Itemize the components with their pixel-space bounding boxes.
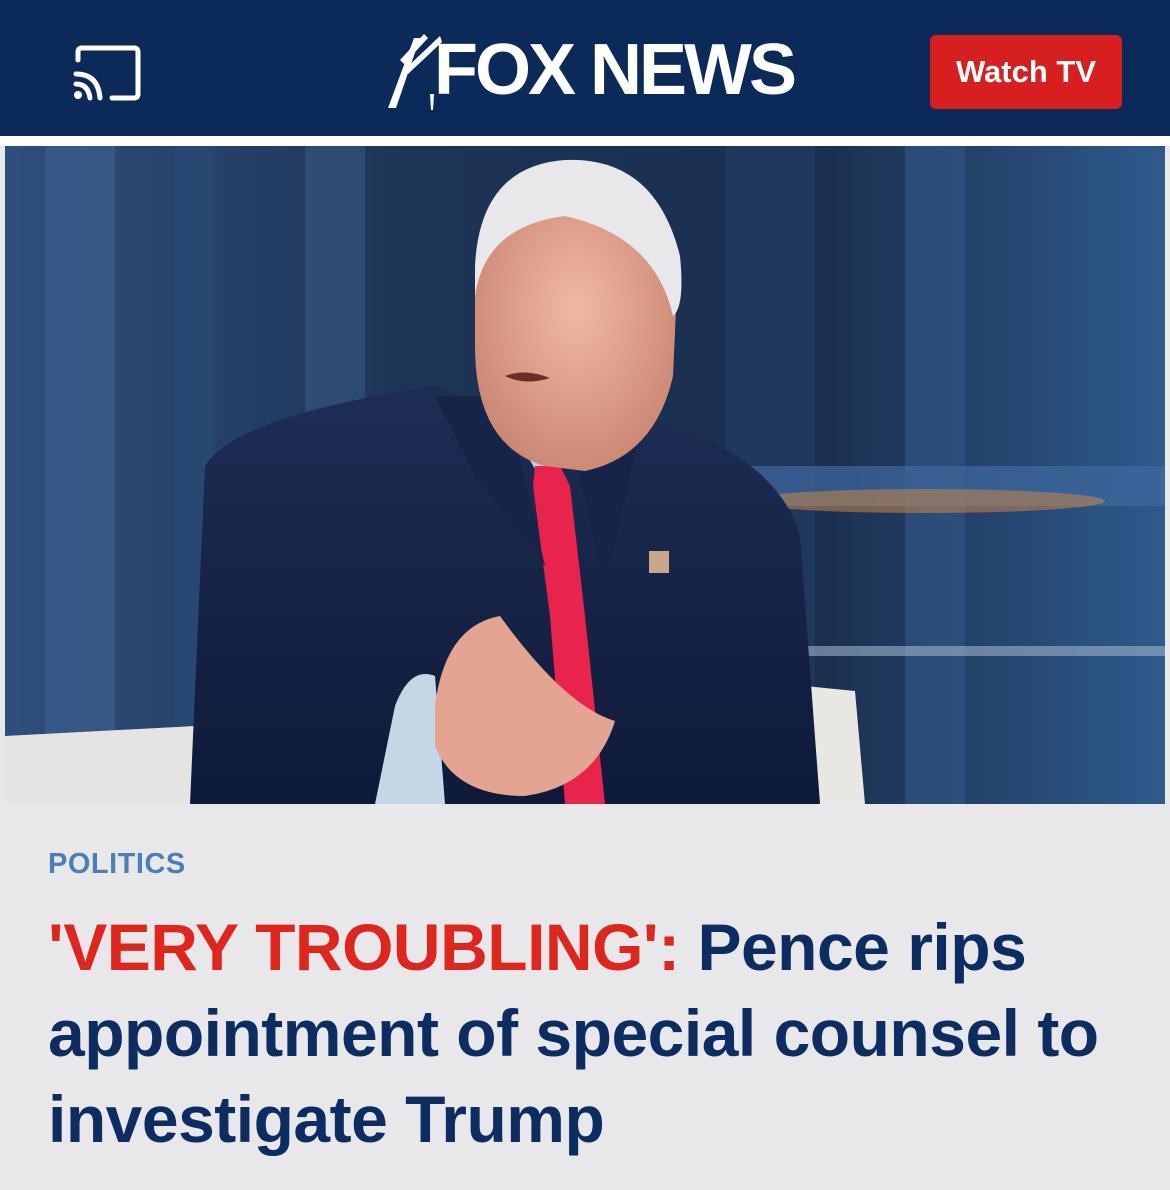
article-category[interactable]: POLITICS (48, 848, 186, 881)
cast-icon (73, 45, 141, 101)
fox-news-logo[interactable]: FOX NEWS (384, 30, 797, 110)
brand-name: FOX NEWS (434, 30, 797, 110)
top-navigation-bar: FOX NEWS Watch TV (0, 0, 1170, 136)
app-screen: FOX NEWS Watch TV POLITICS 'VERY TROUBLI… (0, 0, 1170, 1190)
hero-photo (5, 146, 1165, 804)
watch-tv-button[interactable]: Watch TV (930, 35, 1122, 109)
cast-button[interactable] (72, 44, 144, 102)
header-divider (0, 136, 1170, 146)
hero-image[interactable] (5, 146, 1165, 804)
article-headline[interactable]: 'VERY TROUBLING': Pence rips appointment… (48, 904, 1138, 1162)
headline-kicker: 'VERY TROUBLING': (48, 910, 680, 984)
